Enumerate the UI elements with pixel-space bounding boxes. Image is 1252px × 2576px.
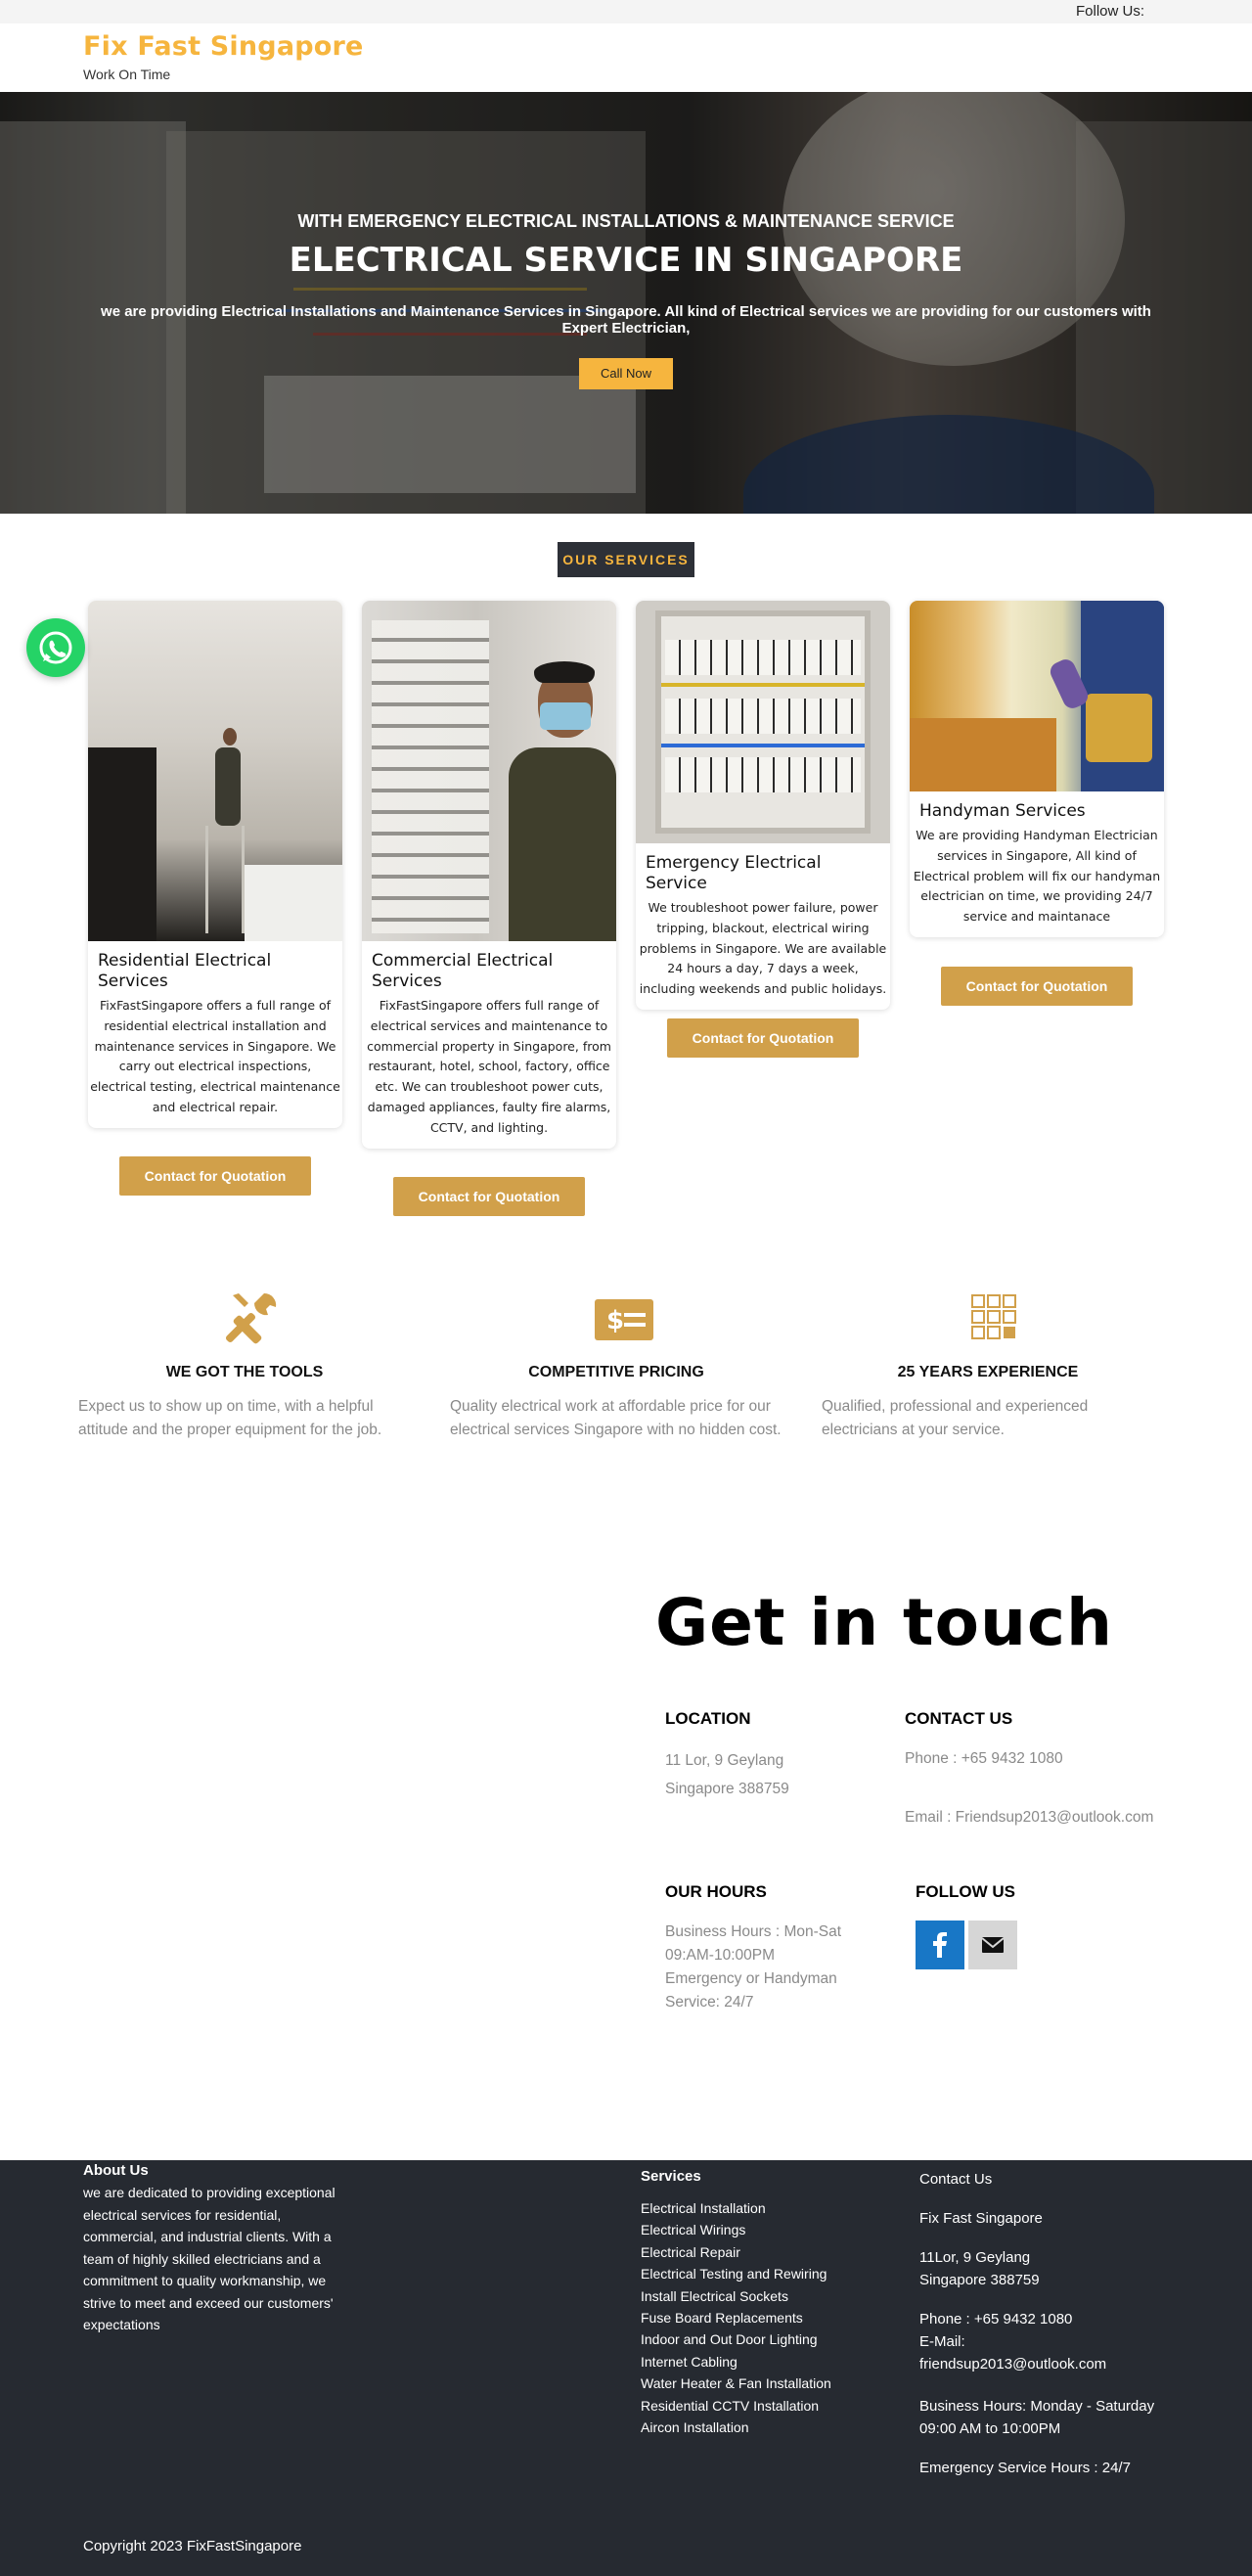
feature-text: Expect us to show up on time, with a hel… [78,1398,382,1438]
footer-service-link[interactable]: Internet Cabling [641,2351,895,2373]
our-services-badge: OUR SERVICES [558,542,694,577]
contact-us-heading: CONTACT US [905,1709,1013,1728]
service-card-title: Residential Electrical Services [98,951,272,991]
brand-logo-link[interactable]: Fix Fast Singapore [83,31,364,62]
hours-line-3: Emergency or Handyman [665,1970,837,1987]
footer-address-line-2: Singapore 388759 [919,2272,1040,2288]
footer-contact-heading: Contact Us [919,2171,993,2188]
footer-service-link[interactable]: Water Heater & Fan Installation [641,2373,895,2394]
footer-hours-line-2: 09:00 AM to 10:00PM [919,2420,1061,2437]
facebook-icon [933,1932,947,1958]
envelope-icon [981,1937,1005,1953]
footer-service-link[interactable]: Electrical Testing and Rewiring [641,2263,895,2284]
location-heading: LOCATION [665,1709,751,1728]
facebook-button[interactable] [916,1921,964,1969]
service-card-emergency: Emergency Electrical Service We troubles… [636,601,890,1010]
service-card-text: We troubleshoot power failure, power tri… [639,900,887,997]
feature-title: COMPETITIVE PRICING [528,1364,704,1380]
tools-icon [225,1292,277,1344]
hero-subtitle: WITH EMERGENCY ELECTRICAL INSTALLATIONS … [297,211,955,231]
feature-title: 25 YEARS EXPERIENCE [897,1364,1079,1380]
service-card-handyman: Handyman Services We are providing Handy… [910,601,1164,937]
commercial-service-image [362,601,616,941]
footer-service-link[interactable]: Electrical Installation [641,2197,895,2219]
whatsapp-icon [39,631,72,664]
copyright-text: Copyright 2023 FixFastSingapore [83,2538,302,2554]
emergency-service-image [636,601,890,843]
footer-service-link[interactable]: Aircon Installation [641,2417,895,2438]
hero-description: we are providing Electrical Installation… [101,303,1151,337]
footer-emergency-hours: Emergency Service Hours : 24/7 [919,2460,1131,2476]
service-card-commercial: Commercial Electrical Services FixFastSi… [362,601,616,1149]
service-card-residential: Residential Electrical Services FixFastS… [88,601,342,1128]
call-now-button[interactable]: Call Now [579,358,673,389]
grid-icon [971,1294,1016,1339]
hours-line-4: Service: 24/7 [665,1994,754,2011]
hero-title: ELECTRICAL SERVICE IN SINGAPORE [289,241,963,280]
service-card-title: Handyman Services [919,801,1086,821]
follow-us-heading: FOLLOW US [916,1882,1015,1901]
contact-quotation-button[interactable]: Contact for Quotation [393,1177,585,1216]
service-card-text: FixFastSingapore offers a full range of … [90,998,340,1114]
feature-text: Qualified, professional and experienced … [822,1398,1089,1438]
footer-service-link[interactable]: Indoor and Out Door Lighting [641,2328,895,2350]
hero-banner: WITH EMERGENCY ELECTRICAL INSTALLATIONS … [0,92,1252,514]
footer-services-list: Electrical Installation Electrical Wirin… [641,2197,895,2438]
dollar-card-icon: $ [595,1299,653,1340]
handyman-service-image [910,601,1164,791]
follow-us-label: Follow Us: [1075,3,1144,20]
footer-phone-link[interactable]: Phone : +65 9432 1080 [919,2308,1072,2330]
hours-line-2: 09:AM-10:00PM [665,1947,775,1964]
footer-service-link[interactable]: Residential CCTV Installation [641,2395,895,2417]
footer-email-link[interactable]: friendsup2013@outlook.com [919,2353,1106,2375]
whatsapp-chat-button[interactable] [26,618,85,677]
footer-service-link[interactable]: Fuse Board Replacements [641,2307,895,2328]
contact-email-link[interactable]: Email : Friendsup2013@outlook.com [905,1803,1153,1831]
service-card-text: FixFastSingapore offers full range of el… [367,998,611,1135]
footer-company-name: Fix Fast Singapore [919,2210,1043,2227]
feature-text: Quality electrical work at affordable pr… [450,1398,782,1438]
site-header: Fix Fast Singapore Work On Time [0,23,1252,92]
service-card-title: Commercial Electrical Services [372,951,554,991]
hours-line-1: Business Hours : Mon-Sat [665,1923,842,1940]
email-button[interactable] [968,1921,1017,1969]
footer-hours-line-1: Business Hours: Monday - Saturday [919,2398,1155,2415]
contact-quotation-button[interactable]: Contact for Quotation [667,1018,859,1058]
footer-about-text: we are dedicated to providing exceptiona… [83,2185,335,2332]
footer-services-heading: Services [641,2168,701,2185]
footer-service-link[interactable]: Install Electrical Sockets [641,2285,895,2307]
footer-about-heading: About Us [83,2162,149,2179]
contact-phone-link[interactable]: Phone : +65 9432 1080 [905,1744,1063,1773]
contact-quotation-button[interactable]: Contact for Quotation [941,967,1133,1006]
get-in-touch-heading: Get in touch [655,1585,1114,1660]
svg-text:$: $ [606,1306,624,1335]
residential-service-image [88,601,342,941]
tagline: Work On Time [83,67,171,82]
footer-service-link[interactable]: Electrical Wirings [641,2219,895,2240]
footer-service-link[interactable]: Electrical Repair [641,2241,895,2263]
footer-address-line-1: 11Lor, 9 Geylang [919,2249,1031,2266]
feature-title: WE GOT THE TOOLS [165,1364,324,1380]
service-card-title: Emergency Electrical Service [646,853,822,893]
top-bar: Follow Us: [0,0,1252,23]
footer-email-label: E-Mail: [919,2333,965,2350]
hours-heading: OUR HOURS [665,1882,767,1901]
service-card-text: We are providing Handyman Electrician se… [913,828,1161,925]
location-line-2: Singapore 388759 [665,1781,789,1797]
contact-quotation-button[interactable]: Contact for Quotation [119,1156,311,1196]
location-line-1: 11 Lor, 9 Geylang [665,1752,784,1769]
